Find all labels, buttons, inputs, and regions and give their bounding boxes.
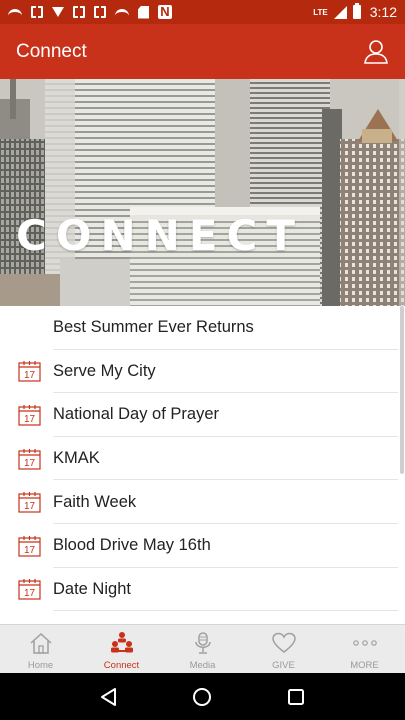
- microphone-icon: [194, 632, 211, 654]
- list-item[interactable]: 17 Faith Week: [0, 480, 398, 524]
- calendar-day-number: 17: [24, 458, 36, 469]
- nav-item-more[interactable]: MORE: [324, 625, 405, 673]
- calendar-17-icon: 17: [18, 361, 41, 382]
- calendar-day-number: 17: [24, 414, 36, 425]
- home-circle-icon[interactable]: [191, 686, 213, 708]
- status-time: 3:12: [369, 4, 397, 20]
- list-item-label: Date Night: [53, 579, 131, 598]
- wave-notification-icon: [8, 8, 22, 16]
- calendar-day-number: 17: [24, 588, 36, 599]
- network-type: LTE: [313, 7, 328, 17]
- nav-label-home: Home: [27, 660, 54, 671]
- calendar-17-icon: 17: [18, 448, 41, 470]
- grid-notification-icon: [31, 6, 43, 18]
- nav-item-connect[interactable]: Connect: [81, 625, 162, 673]
- signal-notification-icon: [115, 8, 129, 16]
- recents-square-icon[interactable]: [285, 686, 307, 708]
- hero-title: CONNECT: [16, 211, 304, 260]
- nav-item-media[interactable]: Media: [162, 625, 243, 673]
- download-notification-icon: [52, 7, 64, 17]
- city-skyline-image: [0, 79, 405, 306]
- system-status: LTE 3:12: [313, 3, 397, 20]
- profile-button[interactable]: [363, 39, 389, 65]
- nav-item-home[interactable]: Home: [0, 625, 81, 673]
- app-screen: N LTE 3:12 Connect CONNECT Best Summer E…: [0, 0, 405, 720]
- list-item-label: Blood Drive May 16th: [53, 536, 211, 555]
- status-bar: N LTE 3:12: [0, 0, 405, 24]
- list-item[interactable]: 17 Date Night: [0, 568, 398, 612]
- list-item-label: Serve My City: [53, 361, 156, 380]
- nav-label-media: Media: [189, 660, 216, 671]
- notification-icons: N: [8, 5, 172, 19]
- list-item-label: Best Summer Ever Returns: [53, 318, 254, 337]
- battery-icon: [352, 3, 361, 19]
- app-bar: Connect: [0, 24, 405, 79]
- heart-icon: [271, 632, 296, 653]
- calendar-day-number: 17: [24, 545, 36, 556]
- people-icon: [110, 632, 133, 653]
- calendar-17-icon: 17: [18, 579, 41, 600]
- list-item-label: National Day of Prayer: [53, 405, 219, 424]
- calendar-day-number: 17: [24, 370, 36, 381]
- list-item[interactable]: 17 KMAK: [0, 437, 398, 481]
- event-list: Best Summer Ever Returns 17 Serve My City 1…: [0, 306, 398, 624]
- list-scrollbar[interactable]: [400, 306, 404, 474]
- nav-item-give[interactable]: GIVE: [243, 625, 324, 673]
- cell-signal-icon: [333, 5, 347, 19]
- nav-label-give: GIVE: [272, 660, 295, 671]
- person-outline-icon: [364, 39, 388, 64]
- hero-banner: CONNECT: [0, 79, 405, 306]
- back-icon[interactable]: [98, 686, 120, 708]
- more-dots-icon: [352, 640, 377, 646]
- nav-label-more: MORE: [350, 660, 379, 671]
- list-item[interactable]: Best Summer Ever Returns: [0, 306, 398, 350]
- list-item[interactable]: 17 Serve My City: [0, 350, 398, 394]
- list-item[interactable]: 17 National Day of Prayer: [0, 393, 398, 437]
- n-app-icon: N: [158, 5, 172, 19]
- list-item-label: KMAK: [53, 449, 100, 468]
- page-title: Connect: [16, 40, 87, 62]
- list-item[interactable]: 17 Blood Drive May 16th: [0, 524, 398, 568]
- system-navigation-bar: [0, 673, 405, 720]
- calendar-17-icon: 17: [18, 535, 41, 557]
- nav-label-connect: Connect: [103, 660, 140, 671]
- calendar-day-number: 17: [24, 501, 36, 512]
- list-divider: [53, 610, 398, 612]
- sd-card-icon: [138, 5, 149, 19]
- grid-notification-icon-3: [94, 6, 106, 18]
- calendar-17-icon: 17: [18, 404, 41, 426]
- home-icon: [29, 632, 52, 654]
- grid-notification-icon-2: [73, 6, 85, 18]
- calendar-17-icon: 17: [18, 492, 41, 513]
- list-item-label: Faith Week: [53, 492, 137, 511]
- bottom-navigation: Home Connect Media GIVE MORE: [0, 624, 405, 673]
